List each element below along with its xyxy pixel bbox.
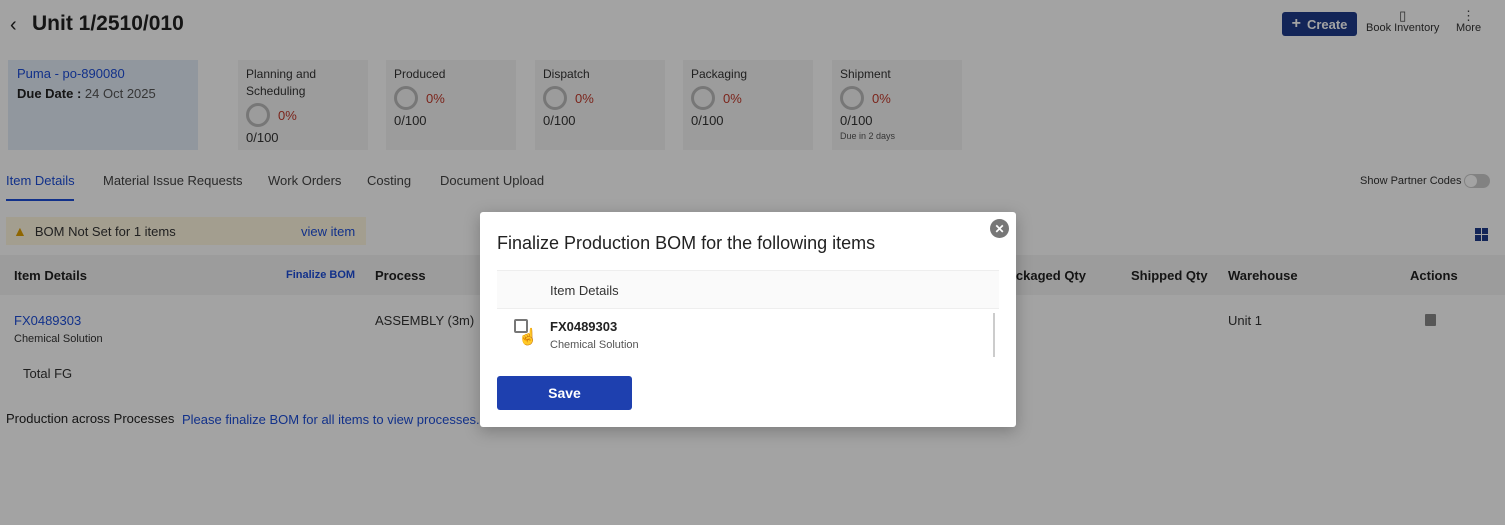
modal-items-table: Item Details ☝ FX0489303 Chemical Soluti… [497,270,999,362]
modal-scrollbar[interactable] [993,313,995,357]
modal-title: Finalize Production BOM for the followin… [497,233,876,253]
close-icon[interactable]: ✕ [990,219,1009,238]
modal-item-code: FX0489303 [550,319,618,334]
modal-item-description: Chemical Solution [550,339,639,351]
modal-item-row: ☝ FX0489303 Chemical Solution [497,309,999,363]
modal-table-header: Item Details [497,271,999,309]
modal-column-header: Item Details [550,283,619,298]
save-button[interactable]: Save [497,376,632,410]
hand-cursor-icon: ☝ [518,329,538,346]
finalize-bom-modal: Finalize Production BOM for the followin… [480,212,1016,427]
